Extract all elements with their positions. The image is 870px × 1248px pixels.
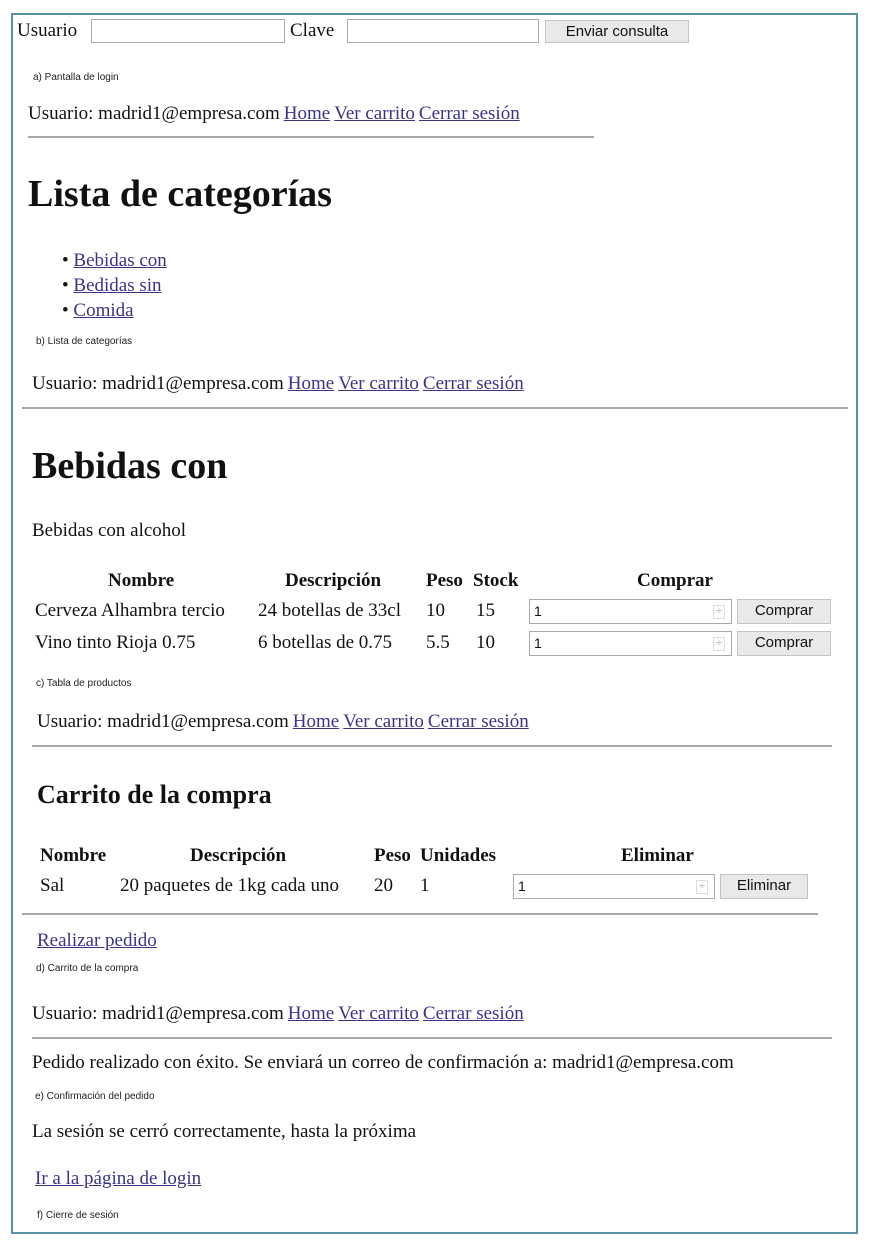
product-weight: 5.5 — [426, 632, 450, 653]
divider — [32, 1037, 832, 1039]
page-title: Lista de categorías — [28, 173, 332, 215]
cart-title: Carrito de la compra — [37, 780, 272, 809]
cart-item-description: 20 paquetes de 1kg cada uno — [120, 875, 339, 896]
nav-bar: Usuario: madrid1@empresa.com Home Ver carr… — [37, 711, 529, 733]
nav-cart-link[interactable]: Ver carrito — [343, 711, 424, 732]
logout-message: La sesión se cerró correctamente, hasta … — [32, 1121, 417, 1142]
caption-f: f) Cierre de sesión — [37, 1210, 119, 1221]
quantity-stepper[interactable]: 1 ÷ — [529, 599, 732, 624]
nav-logout-link[interactable]: Cerrar sesión — [419, 103, 520, 124]
divider — [22, 913, 818, 915]
column-header: Descripción — [285, 570, 382, 591]
cart-item-weight: 20 — [374, 875, 393, 896]
column-header: Stock — [473, 570, 519, 591]
remove-button[interactable]: Eliminar — [720, 874, 808, 899]
nav-bar: Usuario: madrid1@empresa.com Home Ver carr… — [32, 373, 524, 395]
nav-user: Usuario: madrid1@empresa.com — [32, 1003, 284, 1024]
submit-button[interactable]: Enviar consulta — [545, 20, 689, 43]
nav-logout-link[interactable]: Cerrar sesión — [423, 1003, 524, 1024]
category-link[interactable]: Bebidas con — [73, 250, 166, 271]
column-header: Nombre — [40, 845, 107, 866]
quantity-value: 1 — [534, 635, 542, 651]
quantity-value: 1 — [518, 878, 526, 894]
user-label: Usuario — [17, 20, 78, 41]
divider — [32, 745, 832, 747]
checkout-link[interactable]: Realizar pedido — [37, 930, 157, 952]
password-label: Clave — [290, 20, 335, 41]
category-title: Bebidas con — [32, 445, 228, 487]
category-link[interactable]: Bedidas sin — [73, 275, 161, 296]
column-header: Nombre — [108, 570, 175, 591]
divider — [22, 407, 848, 409]
nav-logout-link[interactable]: Cerrar sesión — [423, 373, 524, 394]
caption-d: d) Carrito de la compra — [36, 963, 139, 974]
caption-e: e) Confirmación del pedido — [35, 1091, 155, 1102]
caption-c: c) Tabla de productos — [36, 678, 132, 689]
quantity-stepper[interactable]: 1 ÷ — [529, 631, 732, 656]
nav-logout-link[interactable]: Cerrar sesión — [428, 711, 529, 732]
list-item: • Bebidas con — [62, 250, 167, 271]
quantity-stepper[interactable]: 1 ÷ — [513, 874, 715, 899]
buy-button[interactable]: Comprar — [737, 631, 831, 656]
order-confirmation-message: Pedido realizado con éxito. Se enviará u… — [32, 1052, 734, 1073]
buy-button[interactable]: Comprar — [737, 599, 831, 624]
nav-home-link[interactable]: Home — [284, 103, 330, 124]
product-stock: 10 — [476, 632, 495, 653]
login-page-link[interactable]: Ir a la página de login — [35, 1168, 201, 1190]
nav-home-link[interactable]: Home — [288, 1003, 334, 1024]
nav-cart-link[interactable]: Ver carrito — [338, 373, 419, 394]
user-input[interactable] — [91, 19, 285, 43]
nav-cart-link[interactable]: Ver carrito — [338, 1003, 419, 1024]
nav-home-link[interactable]: Home — [288, 373, 334, 394]
column-header: Unidades — [420, 845, 497, 866]
caption-a: a) Pantalla de login — [33, 72, 119, 83]
nav-user: Usuario: madrid1@empresa.com — [28, 103, 280, 124]
column-header: Comprar — [637, 570, 713, 591]
nav-user: Usuario: madrid1@empresa.com — [37, 711, 289, 732]
product-description: 24 botellas de 33cl — [258, 600, 401, 621]
category-link[interactable]: Comida — [73, 300, 133, 321]
product-weight: 10 — [426, 600, 445, 621]
nav-bar: Usuario: madrid1@empresa.com Home Ver carr… — [32, 1003, 524, 1025]
cart-item-units: 1 — [420, 875, 430, 896]
category-description: Bebidas con alcohol — [32, 520, 187, 541]
product-stock: 15 — [476, 600, 495, 621]
divider — [28, 136, 594, 138]
spinner-icon[interactable]: ÷ — [696, 880, 708, 894]
product-name: Vino tinto Rioja 0.75 — [35, 632, 196, 653]
password-input[interactable] — [347, 19, 539, 43]
quantity-value: 1 — [534, 603, 542, 619]
nav-bar: Usuario: madrid1@empresa.com Home Ver carr… — [28, 103, 520, 125]
column-header: Descripción — [190, 845, 287, 866]
spinner-icon[interactable]: ÷ — [713, 637, 725, 651]
spinner-icon[interactable]: ÷ — [713, 605, 725, 619]
list-item: • Comida — [62, 300, 134, 321]
cart-item-name: Sal — [40, 875, 65, 896]
column-header: Peso — [374, 845, 411, 866]
list-item: • Bedidas sin — [62, 275, 162, 296]
column-header: Peso — [426, 570, 463, 591]
product-name: Cerveza Alhambra tercio — [35, 600, 225, 621]
column-header: Eliminar — [621, 845, 694, 866]
nav-user: Usuario: madrid1@empresa.com — [32, 373, 284, 394]
caption-b: b) Lista de categorías — [36, 336, 133, 347]
nav-home-link[interactable]: Home — [293, 711, 339, 732]
product-description: 6 botellas de 0.75 — [258, 632, 393, 653]
nav-cart-link[interactable]: Ver carrito — [334, 103, 415, 124]
category-list: • Bebidas con • Bedidas sin • Comida — [62, 248, 167, 323]
